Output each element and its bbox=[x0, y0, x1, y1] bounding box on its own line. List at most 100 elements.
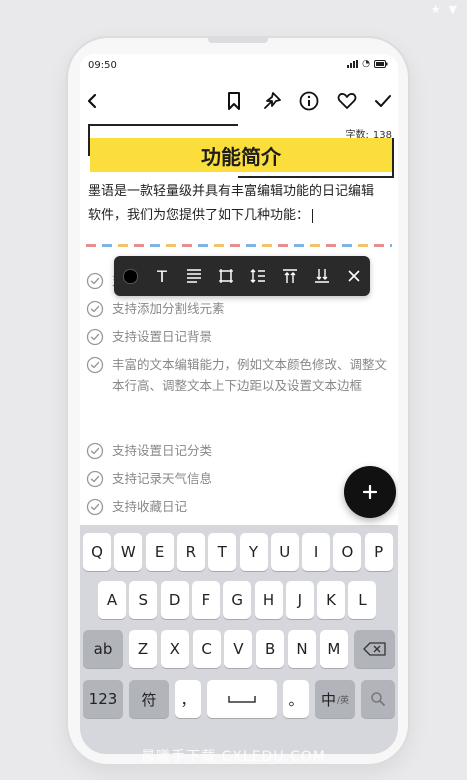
wifi-icon: ▼ bbox=[448, 2, 457, 16]
feature-text: 支持设置日记分类 bbox=[112, 443, 213, 458]
info-icon bbox=[299, 91, 319, 111]
key-label: G bbox=[231, 591, 243, 609]
key-label: Y bbox=[248, 543, 259, 561]
align-icon bbox=[187, 269, 201, 283]
key-x[interactable]: X bbox=[160, 630, 189, 668]
key-r[interactable]: R bbox=[176, 533, 205, 571]
key-label: J bbox=[297, 591, 303, 609]
align-button[interactable] bbox=[180, 262, 208, 290]
bookmark-button[interactable] bbox=[221, 88, 247, 114]
key-n[interactable]: N bbox=[288, 630, 316, 668]
diary-body[interactable]: 墨语是一款轻量级并具有丰富编辑功能的日记编辑 软件，我们为您提供了如下几种功能： bbox=[88, 180, 394, 228]
border-button[interactable] bbox=[212, 262, 240, 290]
key-i[interactable]: I bbox=[302, 533, 331, 571]
key-t[interactable]: T bbox=[208, 533, 237, 571]
favorite-button[interactable] bbox=[334, 88, 360, 114]
key-label: O bbox=[341, 543, 354, 561]
check-icon bbox=[375, 95, 391, 107]
key-label: B bbox=[265, 640, 276, 658]
search-key[interactable] bbox=[361, 680, 395, 718]
check-circle-icon bbox=[86, 328, 104, 346]
line-height-button[interactable] bbox=[244, 262, 272, 290]
key-label: C bbox=[201, 640, 212, 658]
key-label: ab bbox=[93, 640, 113, 658]
key-j[interactable]: J bbox=[285, 581, 314, 619]
key-f[interactable]: F bbox=[191, 581, 220, 619]
key-h[interactable]: H bbox=[254, 581, 283, 619]
feature-text: 支持记录天气信息 bbox=[112, 471, 213, 486]
key-label: E bbox=[154, 543, 165, 561]
language-switch-key[interactable]: 中/英 bbox=[315, 680, 355, 718]
battery-icon bbox=[374, 60, 388, 68]
status-time: 09:50 bbox=[88, 60, 117, 71]
key-o[interactable]: O bbox=[333, 533, 362, 571]
back-button[interactable] bbox=[80, 88, 106, 114]
app-screen: 09:50 ◔ 字数: 138 功能简介 墨语是一款轻量级并具有丰富编辑功能的日… bbox=[80, 54, 398, 754]
shift-abc-key[interactable]: ab bbox=[83, 630, 123, 668]
border-frame-icon bbox=[219, 269, 233, 283]
key-q[interactable]: Q bbox=[83, 533, 111, 571]
key-y[interactable]: Y bbox=[239, 533, 268, 571]
add-button[interactable] bbox=[344, 466, 396, 518]
key-s[interactable]: S bbox=[129, 581, 158, 619]
key-z[interactable]: Z bbox=[129, 630, 157, 668]
key-label: X bbox=[169, 640, 180, 658]
key-e[interactable]: E bbox=[145, 533, 174, 571]
key-l[interactable]: L bbox=[348, 581, 377, 619]
signal-icon bbox=[347, 60, 359, 68]
key-c[interactable]: C bbox=[192, 630, 221, 668]
keyboard: Q W E R T Y U I O P A S D F G H J K Lab Z X C V B N M 123 符 ， 。中/英 bbox=[80, 525, 398, 754]
comma-key[interactable]: ， bbox=[175, 680, 201, 718]
close-format-button[interactable] bbox=[340, 262, 368, 290]
feature-item: 支持添加分割线元素 bbox=[86, 298, 392, 319]
info-button[interactable] bbox=[296, 88, 322, 114]
close-icon bbox=[348, 270, 360, 282]
margin-top-button[interactable] bbox=[276, 262, 304, 290]
key-p[interactable]: P bbox=[364, 533, 393, 571]
check-circle-icon bbox=[86, 272, 104, 290]
key-d[interactable]: D bbox=[160, 581, 189, 619]
status-icons: ◔ bbox=[347, 59, 388, 69]
key-b[interactable]: B bbox=[256, 630, 285, 668]
key-k[interactable]: K bbox=[317, 581, 346, 619]
key-v[interactable]: V bbox=[224, 630, 253, 668]
margin-bottom-button[interactable] bbox=[308, 262, 336, 290]
numbers-key[interactable]: 123 bbox=[83, 680, 123, 718]
text-color-button[interactable] bbox=[116, 262, 144, 290]
pin-button[interactable] bbox=[259, 88, 285, 114]
feature-text: 支持收藏日记 bbox=[112, 499, 188, 514]
margin-top-icon bbox=[283, 269, 297, 283]
key-m[interactable]: M bbox=[319, 630, 348, 668]
watermark: 晨曦手下载 CXLEDU.COM bbox=[141, 749, 326, 765]
key-label: M bbox=[327, 640, 341, 658]
heart-icon bbox=[337, 93, 357, 109]
confirm-button[interactable] bbox=[370, 88, 396, 114]
backspace-key[interactable] bbox=[354, 630, 395, 668]
key-a[interactable]: A bbox=[98, 581, 126, 619]
status-bar: 09:50 ◔ bbox=[80, 54, 398, 80]
text-style-button[interactable]: T bbox=[148, 262, 176, 290]
symbols-key[interactable]: 符 bbox=[129, 680, 169, 718]
color-dot-icon bbox=[122, 268, 138, 284]
feature-text: 支持添加分割线元素 bbox=[112, 301, 225, 316]
key-g[interactable]: G bbox=[223, 581, 252, 619]
key-label: 中 bbox=[320, 690, 336, 709]
key-label: Z bbox=[137, 640, 149, 658]
check-circle-icon bbox=[86, 356, 104, 374]
key-label: W bbox=[120, 543, 136, 561]
key-label: 123 bbox=[88, 690, 118, 708]
key-w[interactable]: W bbox=[114, 533, 143, 571]
key-label: L bbox=[358, 591, 367, 609]
check-circle-icon bbox=[86, 300, 104, 318]
key-label: U bbox=[279, 543, 291, 561]
key-label: S bbox=[138, 591, 149, 609]
key-label: F bbox=[201, 591, 211, 609]
key-u[interactable]: U bbox=[270, 533, 299, 571]
period-key[interactable]: 。 bbox=[283, 680, 309, 718]
text-t-icon: T bbox=[157, 266, 167, 286]
divider-line bbox=[86, 244, 392, 247]
format-toolbar: T bbox=[114, 256, 370, 296]
key-label: N bbox=[296, 640, 308, 658]
diary-title[interactable]: 功能简介 bbox=[90, 138, 392, 172]
space-key[interactable] bbox=[207, 680, 277, 718]
